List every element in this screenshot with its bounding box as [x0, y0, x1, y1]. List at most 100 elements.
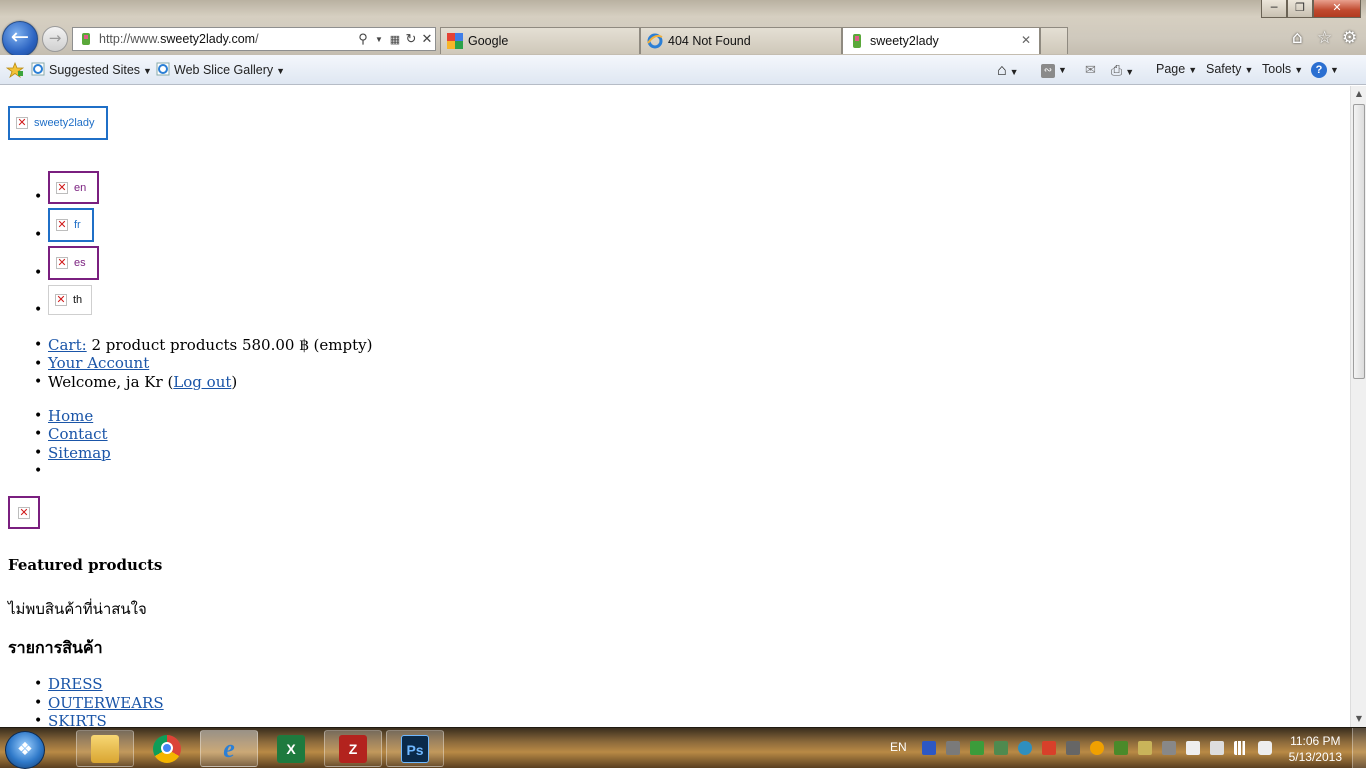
scroll-down-icon[interactable]: ▼ [1351, 711, 1366, 727]
sitemap-link[interactable]: Sitemap [48, 444, 111, 462]
system-clock[interactable]: 11:06 PM 5/13/2013 [1289, 733, 1342, 765]
broken-image-icon: ✕ [55, 293, 67, 306]
refresh-icon[interactable]: ↻ [403, 31, 419, 47]
tools-gear-icon[interactable]: ⚙ [1342, 28, 1357, 48]
address-url[interactable]: http://www.sweety2lady.com/ [99, 32, 355, 46]
ie-page-icon [156, 62, 170, 76]
utility-icon[interactable] [946, 741, 960, 755]
ie-page-icon [647, 33, 663, 49]
vertical-scrollbar[interactable]: ▲ ▼ [1350, 86, 1366, 727]
favorite-web-slice-gallery[interactable]: Web Slice Gallery ▼ [156, 62, 285, 77]
safety-menu[interactable]: Safety ▼ [1206, 62, 1253, 76]
site-favicon [79, 32, 93, 46]
your-account-link[interactable]: Your Account [48, 354, 149, 372]
close-tab-icon[interactable]: ✕ [1021, 33, 1031, 47]
welcome-text: Welcome, ja Kr ( [48, 373, 174, 391]
home-link[interactable]: Home [48, 407, 93, 425]
messenger-icon[interactable] [1090, 741, 1104, 755]
chevron-down-icon: ▼ [1294, 65, 1304, 75]
list-bullet: • [34, 265, 43, 281]
volume-icon[interactable] [1258, 741, 1272, 755]
safely-remove-icon[interactable] [1210, 741, 1224, 755]
list-bullet: • [34, 408, 43, 424]
clipboard-icon[interactable] [1138, 741, 1152, 755]
favorites-star-add-icon[interactable] [5, 61, 25, 81]
tab-label: 404 Not Found [668, 34, 751, 48]
nav-item-contact: Contact [48, 425, 108, 443]
categories-heading: รายการสินค้า [8, 638, 103, 657]
list-bullet: • [34, 374, 43, 390]
category-dress-link[interactable]: DRESS [48, 675, 103, 693]
forward-button[interactable]: → [42, 26, 68, 52]
display-icon[interactable] [1114, 741, 1128, 755]
network-drive-icon[interactable] [994, 741, 1008, 755]
taskbar-photoshop[interactable]: Ps [386, 730, 444, 767]
broken-image-icon: ✕ [18, 505, 30, 519]
contact-link[interactable]: Contact [48, 425, 108, 443]
bluetooth-icon[interactable] [922, 741, 936, 755]
home-command[interactable]: ⌂ ▼ [997, 62, 1019, 80]
mail-command[interactable]: ✉ [1085, 62, 1096, 78]
taskbar-chrome[interactable] [138, 730, 196, 767]
input-language-indicator[interactable]: EN [890, 740, 907, 754]
stop-icon[interactable]: ✕ [419, 31, 435, 47]
taskbar-excel[interactable]: X [262, 730, 320, 767]
tab-404[interactable]: 404 Not Found [640, 27, 842, 54]
tab-google[interactable]: Google [440, 27, 640, 54]
minimize-button[interactable]: ─ [1261, 0, 1287, 18]
browser-title-bar: ← → http://www.sweety2lady.com/ ⚲ ▼ ▦ ↻ … [0, 0, 1366, 57]
scroll-up-icon[interactable]: ▲ [1351, 86, 1366, 102]
favorites-star-icon[interactable]: ☆ [1317, 28, 1332, 48]
taskbar-filezilla[interactable]: Z [324, 730, 382, 767]
list-bullet: • [34, 356, 43, 372]
banner-image-link[interactable]: ✕ [8, 496, 40, 529]
print-command[interactable]: ⎙ ▼ [1111, 62, 1134, 79]
logout-link[interactable]: Log out [173, 373, 231, 391]
page-menu[interactable]: Page ▼ [1156, 62, 1197, 76]
close-window-button[interactable]: ✕ [1313, 0, 1361, 18]
taskbar-explorer[interactable] [76, 730, 134, 767]
nav-item-home: Home [48, 407, 93, 425]
tab-sweety2lady[interactable]: sweety2lady ✕ [842, 27, 1040, 54]
search-icon[interactable]: ⚲ [355, 31, 371, 47]
network-signal-icon[interactable] [1234, 741, 1248, 755]
favorite-suggested-sites[interactable]: Suggested Sites ▼ [31, 62, 152, 77]
device-icon[interactable] [1162, 741, 1176, 755]
monitor-icon[interactable] [1066, 741, 1080, 755]
language-en-link[interactable]: ✕ en [48, 171, 99, 204]
address-bar[interactable]: http://www.sweety2lady.com/ ⚲ ▼ ▦ ↻ ✕ [72, 27, 436, 51]
broken-image-icon: ✕ [56, 218, 68, 231]
internet-explorer-icon: e [223, 733, 235, 763]
dropdown-icon[interactable]: ▼ [371, 35, 387, 44]
chevron-down-icon: ▼ [1188, 65, 1198, 75]
new-tab-button[interactable] [1040, 27, 1068, 54]
back-button[interactable]: ← [2, 21, 38, 57]
list-bullet: • [34, 463, 43, 479]
list-bullet: • [34, 227, 43, 243]
start-button[interactable]: ❖ [5, 731, 45, 769]
language-th-image[interactable]: ✕ th [48, 285, 92, 315]
cart-link[interactable]: Cart: [48, 336, 87, 354]
feeds-command[interactable]: ∾ ▼ [1041, 62, 1067, 78]
app-tray-icon[interactable] [970, 741, 984, 755]
compatibility-view-icon[interactable]: ▦ [387, 33, 403, 46]
scrollbar-thumb[interactable] [1353, 104, 1365, 379]
mail-icon: ✉ [1085, 62, 1096, 77]
antivirus-icon[interactable] [1042, 741, 1056, 755]
action-center-flag-icon[interactable] [1186, 741, 1200, 755]
printer-icon: ⎙ [1111, 62, 1123, 78]
show-desktop-button[interactable] [1352, 728, 1366, 769]
account-item: Your Account [48, 354, 149, 372]
language-fr-link[interactable]: ✕ fr [48, 208, 94, 242]
site-logo-link[interactable]: ✕ sweety2lady [8, 106, 108, 140]
home-icon[interactable]: ⌂ [1292, 28, 1303, 48]
language-es-link[interactable]: ✕ es [48, 246, 99, 280]
category-skirts-link[interactable]: SKIRTS [48, 712, 107, 727]
taskbar-internet-explorer[interactable]: e [200, 730, 258, 767]
help-menu[interactable]: ? ▼ [1311, 62, 1339, 78]
update-icon[interactable] [1018, 741, 1032, 755]
clock-date: 5/13/2013 [1288, 750, 1342, 764]
category-outerwears-link[interactable]: OUTERWEARS [48, 694, 164, 712]
maximize-button[interactable]: ❐ [1287, 0, 1313, 18]
tools-menu[interactable]: Tools ▼ [1262, 62, 1303, 76]
